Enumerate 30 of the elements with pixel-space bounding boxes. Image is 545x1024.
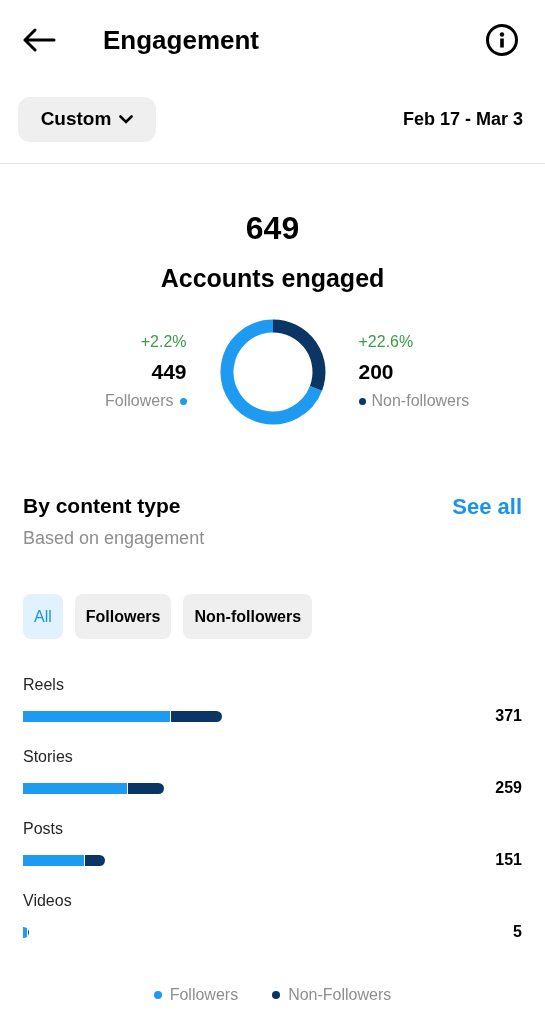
- content-type-label: Stories: [23, 747, 74, 767]
- stat-value: 449: [151, 358, 187, 385]
- content-type-count: 371: [495, 706, 522, 726]
- info-button[interactable]: [486, 24, 518, 56]
- filter-chip[interactable]: Non-followers: [183, 594, 313, 639]
- stat-label: Non-followers: [371, 391, 470, 412]
- page-title: Engagement: [103, 23, 260, 57]
- date-range: Feb 17 - Mar 3: [402, 108, 523, 131]
- content-type-label: Reels: [23, 675, 65, 695]
- stat-label: Followers: [105, 391, 174, 412]
- legend-label: Followers: [169, 985, 239, 1005]
- back-icon: [22, 28, 56, 52]
- summary-label: Accounts engaged: [160, 263, 385, 294]
- section-title: By content type: [23, 492, 182, 519]
- change-percent: +22.6%: [358, 331, 414, 352]
- content-type-count: 259: [495, 778, 522, 798]
- section-subtitle: Based on engagement: [23, 527, 205, 550]
- filter-chip[interactable]: Followers: [74, 594, 172, 639]
- content-type-count: 151: [495, 850, 522, 870]
- legend-label: Non-Followers: [288, 985, 392, 1005]
- stat-value: 200: [358, 358, 394, 385]
- content-type-label: Posts: [23, 819, 64, 839]
- chevron-down-icon: [119, 115, 134, 124]
- date-range-dropdown[interactable]: Custom: [18, 97, 156, 142]
- content-type-label: Videos: [23, 891, 73, 911]
- change-percent: +2.2%: [140, 331, 187, 352]
- stacked-bar: [23, 926, 29, 938]
- info-icon: [499, 32, 505, 48]
- content-type-count: 5: [513, 922, 522, 942]
- total-count: 649: [245, 212, 300, 244]
